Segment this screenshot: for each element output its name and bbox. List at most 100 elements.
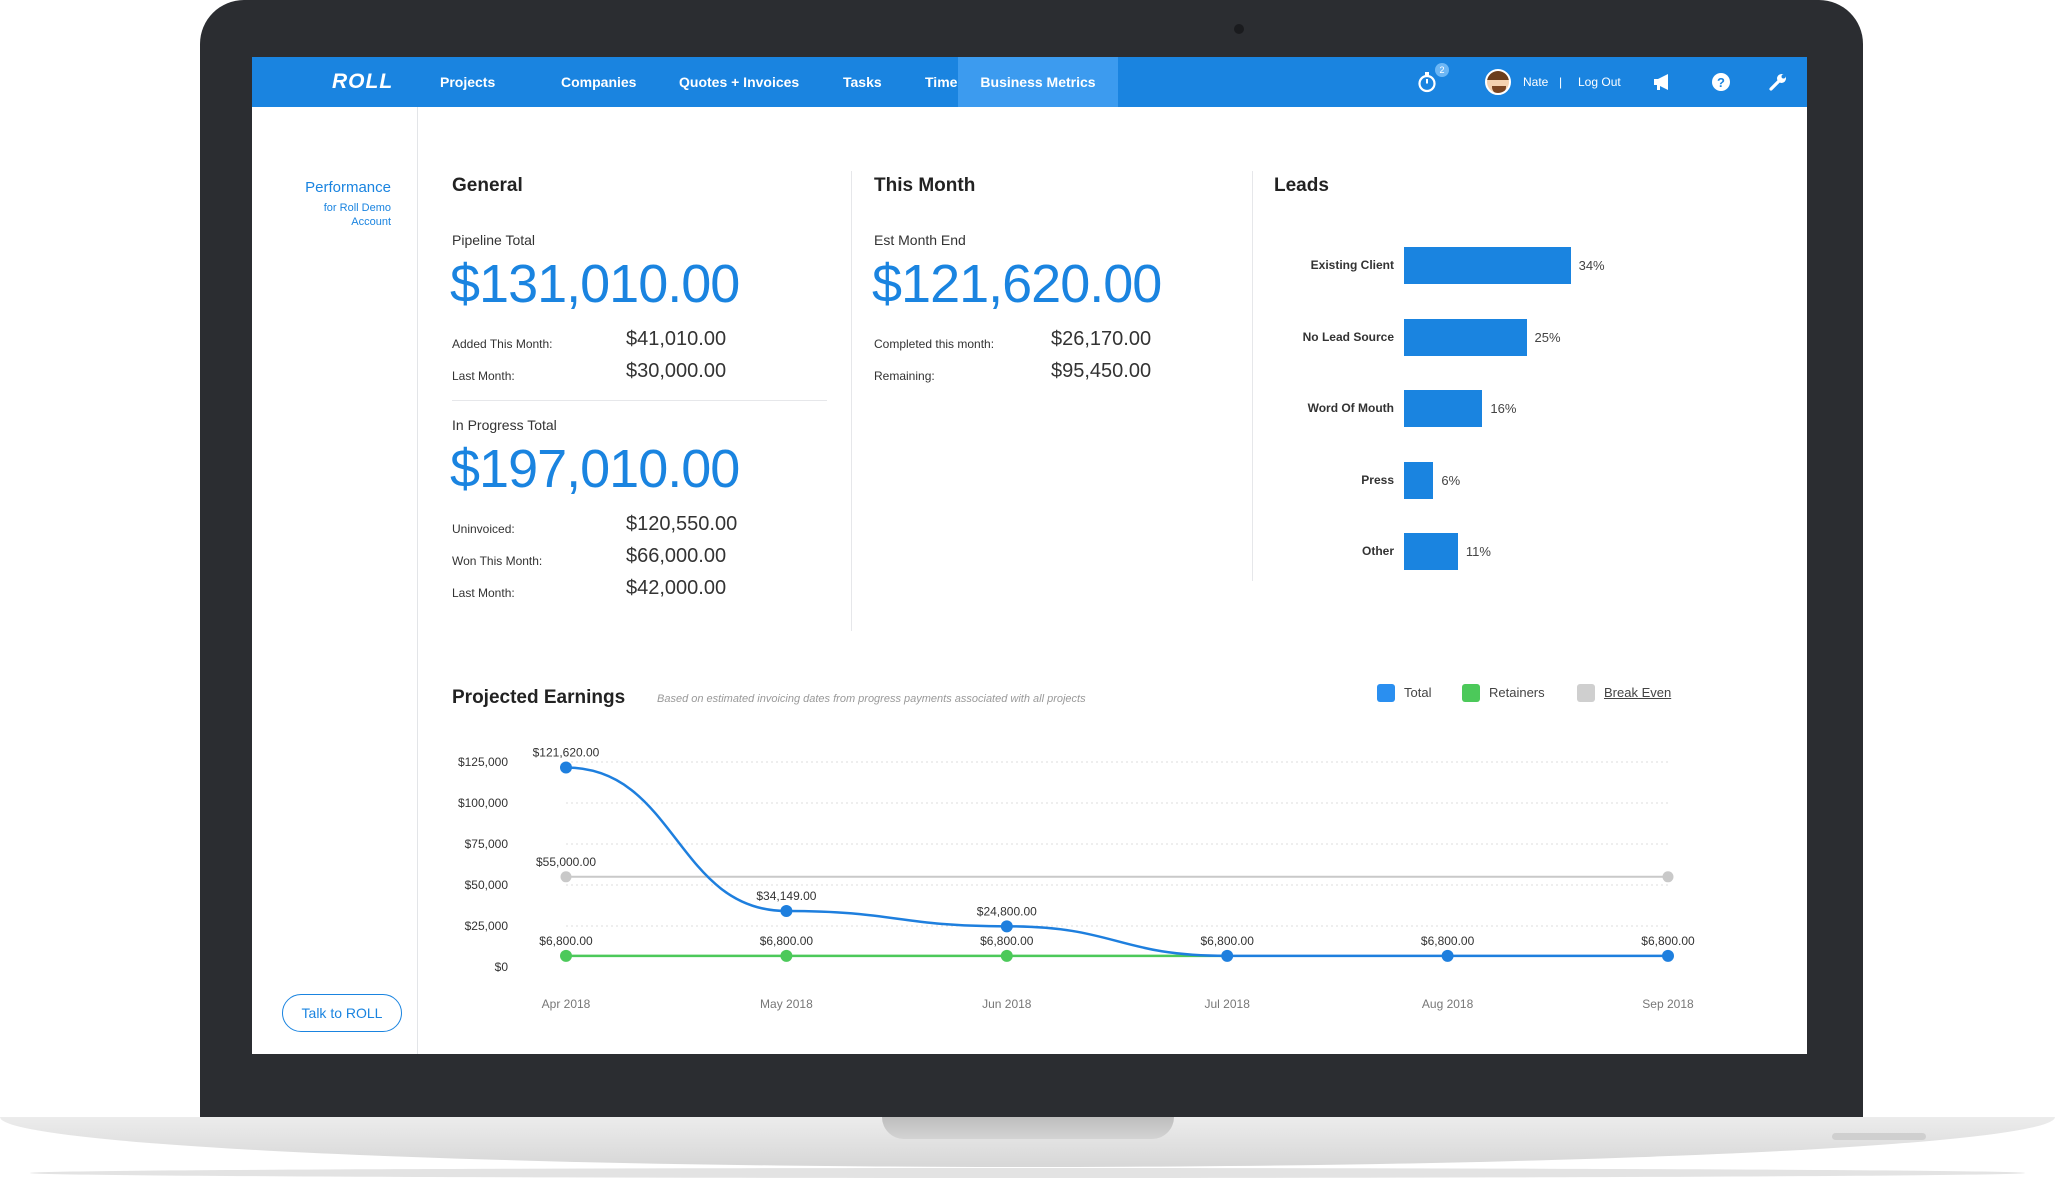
talk-to-roll-button[interactable]: Talk to ROLL [282, 994, 402, 1032]
remaining-value: $95,450.00 [1051, 360, 1152, 382]
lead-percent: 6% [1441, 472, 1461, 488]
data-point [560, 949, 572, 962]
leads-heading: Leads [1274, 175, 1329, 196]
lead-percent: 25% [1534, 329, 1561, 345]
lead-bar[interactable] [1404, 461, 1434, 499]
laptop-shadow [30, 1168, 2025, 1178]
legend-swatch[interactable] [1377, 684, 1395, 702]
last-month-value: $30,000.00 [626, 360, 727, 382]
data-label: $34,149.00 [756, 889, 816, 903]
y-tick-label: $125,000 [458, 755, 508, 769]
won-value: $66,000.00 [626, 545, 727, 567]
nav-companies[interactable]: Companies [539, 57, 658, 107]
lead-percent: 11% [1465, 544, 1491, 559]
data-point [1441, 949, 1454, 962]
est-month-end-value: $121,620.00 [872, 254, 1162, 314]
uninvoiced-label: Uninvoiced: [452, 522, 515, 536]
data-point [1000, 949, 1013, 962]
data-label: $6,800.00 [1641, 934, 1695, 948]
uninvoiced-value: $120,550.00 [626, 513, 738, 535]
est-month-end-label: Est Month End [874, 232, 966, 248]
data-point [560, 761, 572, 774]
data-label: $6,800.00 [1201, 934, 1255, 948]
data-point [1662, 871, 1674, 883]
data-label: $121,620.00 [533, 746, 600, 760]
column-divider-2 [1252, 171, 1253, 581]
this-month-heading: This Month [874, 175, 976, 196]
data-label: $6,800.00 [1421, 934, 1475, 948]
y-tick-label: $25,000 [465, 919, 509, 933]
last-month2-value: $42,000.00 [626, 577, 727, 599]
app-screen: ROLL Projects Companies Quotes + Invoice… [252, 57, 1807, 1054]
series-line-total [565, 766, 1668, 958]
y-tick-label: $50,000 [465, 878, 509, 892]
in-progress-label: In Progress Total [452, 417, 557, 433]
legend-label[interactable]: Total [1404, 685, 1431, 700]
x-tick-label: May 2018 [760, 997, 813, 1011]
data-point [780, 949, 793, 962]
data-point [1662, 949, 1674, 962]
remaining-label: Remaining: [874, 369, 935, 383]
top-nav: ROLL Projects Companies Quotes + Invoice… [252, 57, 1807, 107]
laptop-rest [1832, 1133, 1926, 1140]
lead-label: Press [1361, 472, 1394, 487]
x-tick-label: Sep 2018 [1642, 997, 1694, 1011]
user-name[interactable]: Nate [1523, 57, 1548, 107]
data-point [1221, 949, 1234, 962]
y-tick-label: $100,000 [458, 796, 508, 810]
lead-bar[interactable] [1404, 533, 1458, 570]
data-label: $6,800.00 [980, 934, 1034, 948]
completed-value: $26,170.00 [1051, 328, 1152, 350]
laptop-notch [882, 1117, 1174, 1139]
added-value: $41,010.00 [626, 328, 727, 350]
projected-earnings-title: Projected Earnings [452, 687, 626, 708]
avatar[interactable] [1485, 69, 1511, 95]
x-tick-label: Apr 2018 [542, 997, 591, 1011]
data-label: $55,000.00 [536, 855, 596, 869]
last-month-label: Last Month: [452, 369, 515, 383]
nav-projects[interactable]: Projects [418, 57, 517, 107]
legend-label[interactable]: Break Even [1604, 685, 1671, 700]
added-label: Added This Month: [452, 337, 553, 351]
lead-label: Existing Client [1310, 258, 1394, 272]
sidebar-title[interactable]: Performance [305, 179, 391, 196]
lead-label: Word Of Mouth [1307, 401, 1394, 415]
nav-business-metrics[interactable]: Business Metrics [958, 57, 1118, 107]
lead-label: Other [1361, 544, 1394, 558]
lead-bar[interactable] [1404, 390, 1483, 427]
pipeline-total: $131,010.00 [450, 254, 740, 314]
data-point [780, 904, 793, 917]
data-label: $6,800.00 [539, 934, 593, 948]
nav-quotes-invoices[interactable]: Quotes + Invoices [657, 57, 821, 107]
legend-swatch[interactable] [1577, 684, 1595, 702]
y-tick-label: $0 [495, 960, 509, 974]
x-tick-label: Jul 2018 [1205, 997, 1251, 1011]
timer-badge: 2 [1435, 63, 1449, 77]
sidebar: Performance for Roll Demo Account Talk t… [252, 107, 418, 1054]
camera [1234, 24, 1244, 34]
help-icon[interactable]: ? [1706, 57, 1736, 107]
in-progress-total: $197,010.00 [450, 439, 740, 499]
last-month2-label: Last Month: [452, 586, 515, 600]
logout-link[interactable]: Log Out [1578, 57, 1621, 107]
column-divider [851, 171, 852, 631]
nav-tasks[interactable]: Tasks [821, 57, 904, 107]
wrench-icon[interactable] [1763, 57, 1793, 107]
lead-bar[interactable] [1404, 318, 1527, 356]
data-label: $24,800.00 [977, 904, 1037, 918]
lead-bar[interactable] [1404, 247, 1571, 284]
laptop-frame: ROLL Projects Companies Quotes + Invoice… [0, 0, 2055, 1184]
lead-label: No Lead Source [1302, 329, 1394, 344]
legend-label[interactable]: Retainers [1489, 685, 1545, 700]
completed-label: Completed this month: [874, 337, 995, 351]
sidebar-subtitle: for Roll Demo Account [323, 202, 391, 228]
x-tick-label: Jun 2018 [982, 997, 1032, 1011]
roll-logo[interactable]: ROLL [332, 70, 393, 94]
x-tick-label: Aug 2018 [1422, 997, 1474, 1011]
nav-separator: | [1559, 75, 1563, 89]
data-point [560, 871, 572, 883]
megaphone-icon[interactable] [1648, 57, 1678, 107]
general-divider [452, 400, 827, 401]
data-point [1000, 920, 1013, 933]
legend-swatch[interactable] [1462, 684, 1480, 702]
